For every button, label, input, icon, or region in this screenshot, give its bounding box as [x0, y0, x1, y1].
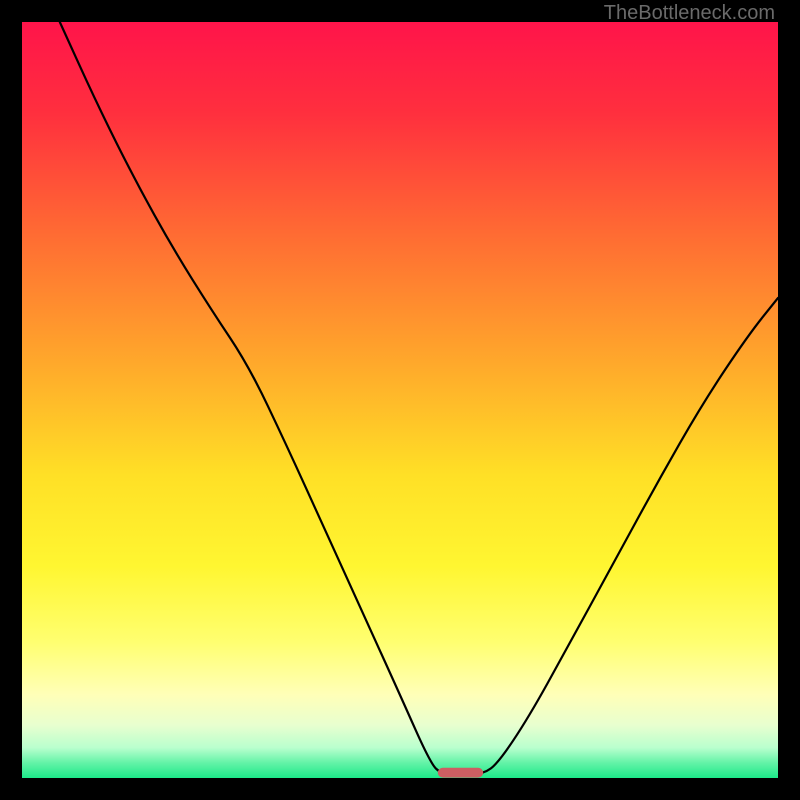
minimum-marker: [438, 768, 483, 778]
chart-line-layer: [22, 22, 778, 778]
chart-plot-area: [22, 22, 778, 778]
bottleneck-curve: [60, 22, 778, 774]
